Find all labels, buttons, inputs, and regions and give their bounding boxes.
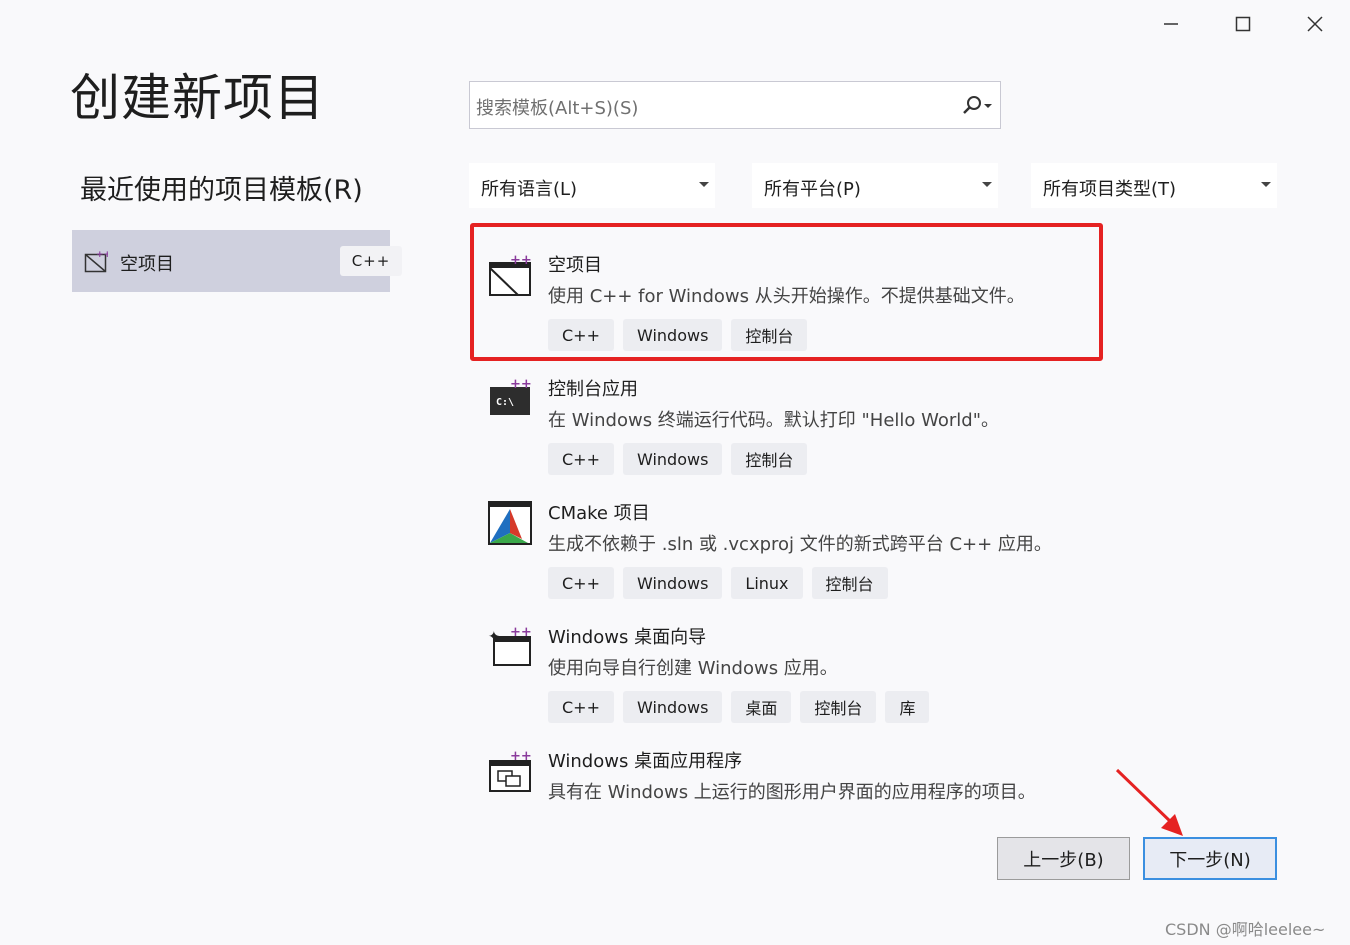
maximize-button[interactable] bbox=[1221, 4, 1265, 44]
template-name: Windows 桌面向导 bbox=[548, 627, 707, 648]
search-icon[interactable] bbox=[962, 95, 992, 121]
template-tag: 控制台 bbox=[800, 691, 877, 723]
recent-item-empty-project[interactable]: ++ 空项目 C++ bbox=[72, 230, 402, 292]
selection-highlight-box bbox=[470, 223, 1103, 361]
chevron-down-icon bbox=[1261, 182, 1271, 187]
svg-text:C:\: C:\ bbox=[496, 397, 514, 408]
template-description: 具有在 Windows 上运行的图形用户界面的应用程序的项目。 bbox=[548, 782, 1036, 803]
template-tag: Windows bbox=[622, 567, 723, 599]
template-description: 在 Windows 终端运行代码。默认打印 "Hello World"。 bbox=[548, 410, 1000, 431]
template-desktop-app[interactable]: ++ Windows 桌面应用程序 具有在 Windows 上运行的图形用户界面… bbox=[476, 721, 1096, 811]
template-name: CMake 项目 bbox=[548, 503, 650, 524]
desktop-app-icon: ++ bbox=[488, 749, 534, 797]
template-description: 使用向导自行创建 Windows 应用。 bbox=[548, 658, 838, 679]
console-app-icon: C:\ ++ bbox=[488, 377, 534, 425]
close-icon bbox=[1307, 16, 1323, 32]
template-tag: C++ bbox=[548, 691, 614, 723]
empty-project-icon: ++ bbox=[84, 249, 111, 277]
svg-text:++: ++ bbox=[510, 749, 532, 764]
template-tag: Linux bbox=[731, 567, 803, 599]
template-console-app[interactable]: C:\ ++ 控制台应用 在 Windows 终端运行代码。默认打印 "Hell… bbox=[476, 349, 1096, 475]
template-tag: Windows bbox=[622, 691, 723, 723]
cmake-icon bbox=[488, 501, 534, 551]
language-filter[interactable]: 所有语言(L) bbox=[469, 163, 715, 208]
platform-filter-label: 所有平台(P) bbox=[764, 179, 861, 200]
desktop-wizard-icon: ✦ ++ bbox=[488, 625, 534, 673]
svg-text:✦: ✦ bbox=[488, 629, 500, 645]
maximize-icon bbox=[1235, 16, 1251, 32]
next-button[interactable]: 下一步(N) bbox=[1143, 837, 1277, 880]
svg-text:++: ++ bbox=[510, 377, 532, 392]
minimize-button[interactable] bbox=[1149, 4, 1193, 44]
project-type-filter[interactable]: 所有项目类型(T) bbox=[1031, 163, 1277, 208]
template-tag: 库 bbox=[885, 691, 930, 723]
template-description: 生成不依赖于 .sln 或 .vcxproj 文件的新式跨平台 C++ 应用。 bbox=[548, 534, 1052, 555]
language-filter-label: 所有语言(L) bbox=[481, 179, 578, 200]
page-title: 创建新项目 bbox=[70, 69, 325, 127]
recent-item-label: 空项目 bbox=[120, 254, 174, 275]
template-tag: 控制台 bbox=[731, 443, 808, 475]
watermark: CSDN @啊哈leelee~ bbox=[1165, 920, 1326, 939]
recent-templates-heading: 最近使用的项目模板(R) bbox=[80, 175, 363, 206]
platform-filter[interactable]: 所有平台(P) bbox=[752, 163, 998, 208]
template-tag: C++ bbox=[548, 567, 614, 599]
minimize-icon bbox=[1164, 23, 1178, 25]
template-tag: 桌面 bbox=[731, 691, 792, 723]
svg-text:++: ++ bbox=[96, 250, 108, 260]
annotation-arrow-icon bbox=[1115, 768, 1183, 836]
close-button[interactable] bbox=[1293, 4, 1337, 44]
template-cmake-project[interactable]: CMake 项目 生成不依赖于 .sln 或 .vcxproj 文件的新式跨平台… bbox=[476, 473, 1096, 599]
svg-text:++: ++ bbox=[510, 625, 532, 640]
recent-item-tag: C++ bbox=[340, 246, 402, 276]
template-tag: 控制台 bbox=[811, 567, 888, 599]
search-input[interactable]: 搜索模板(Alt+S)(S) bbox=[469, 81, 1001, 129]
template-name: 控制台应用 bbox=[548, 379, 638, 400]
template-name: Windows 桌面应用程序 bbox=[548, 751, 743, 772]
template-tag: Windows bbox=[622, 443, 723, 475]
template-desktop-wizard[interactable]: ✦ ++ Windows 桌面向导 使用向导自行创建 Windows 应用。 C… bbox=[476, 597, 1096, 723]
template-tag: C++ bbox=[548, 443, 614, 475]
back-button[interactable]: 上一步(B) bbox=[997, 837, 1130, 880]
search-placeholder: 搜索模板(Alt+S)(S) bbox=[476, 98, 639, 119]
chevron-down-icon bbox=[982, 182, 992, 187]
chevron-down-icon bbox=[699, 182, 709, 187]
project-type-filter-label: 所有项目类型(T) bbox=[1043, 179, 1177, 200]
